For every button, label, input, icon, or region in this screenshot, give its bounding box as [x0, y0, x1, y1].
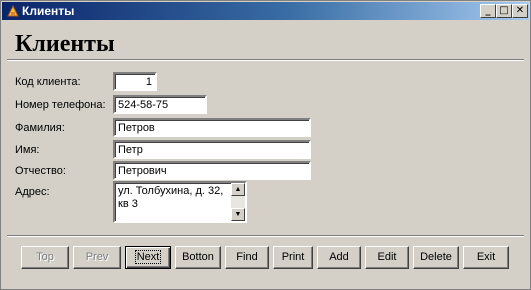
maximize-button[interactable]: □	[496, 4, 512, 18]
edit-button[interactable]: Edit	[365, 246, 409, 269]
patronymic-label: Отчество:	[15, 165, 66, 177]
first-name-field[interactable]: Петр	[113, 140, 311, 159]
title-bar[interactable]: Клиенты _ □ ✕	[2, 2, 529, 20]
scroll-down-icon[interactable]: ▼	[231, 208, 245, 221]
find-button[interactable]: Find	[225, 246, 269, 269]
last-name-label: Фамилия:	[15, 122, 65, 134]
address-text[interactable]: ул. Толбухина, д. 32, кв 3	[118, 185, 230, 211]
scroll-up-icon[interactable]: ▲	[231, 183, 245, 196]
clients-window: Клиенты _ □ ✕ Клиенты Код клиента: 1 Ном…	[0, 0, 531, 290]
next-button[interactable]: Next	[125, 246, 171, 269]
exit-button[interactable]: Exit	[463, 246, 509, 269]
first-name-label: Имя:	[15, 144, 40, 156]
window-title: Клиенты	[22, 4, 75, 18]
patronymic-field[interactable]: Петрович	[113, 161, 311, 180]
add-button[interactable]: Add	[317, 246, 361, 269]
form-icon	[7, 4, 19, 17]
address-memo[interactable]: ул. Толбухина, д. 32, кв 3 ▲ ▼	[113, 181, 247, 223]
client-id-field[interactable]: 1	[113, 72, 157, 91]
address-label: Адрес:	[15, 186, 50, 198]
phone-field[interactable]: 524-58-75	[113, 95, 207, 114]
last-name-field[interactable]: Петров	[113, 118, 311, 137]
delete-button[interactable]: Delete	[413, 246, 459, 269]
close-button[interactable]: ✕	[512, 4, 528, 18]
phone-label: Номер телефона:	[15, 99, 106, 111]
minimize-button[interactable]: _	[480, 4, 496, 18]
client-id-label: Код клиента:	[15, 76, 81, 88]
prev-button[interactable]: Prev	[73, 246, 121, 269]
address-scrollbar[interactable]: ▲ ▼	[231, 183, 245, 221]
print-button[interactable]: Print	[273, 246, 313, 269]
top-button[interactable]: Top	[21, 246, 69, 269]
bottom-button[interactable]: Botton	[175, 246, 221, 269]
bottom-divider	[7, 235, 524, 237]
top-divider	[7, 59, 524, 61]
form-heading: Клиенты	[15, 31, 115, 57]
